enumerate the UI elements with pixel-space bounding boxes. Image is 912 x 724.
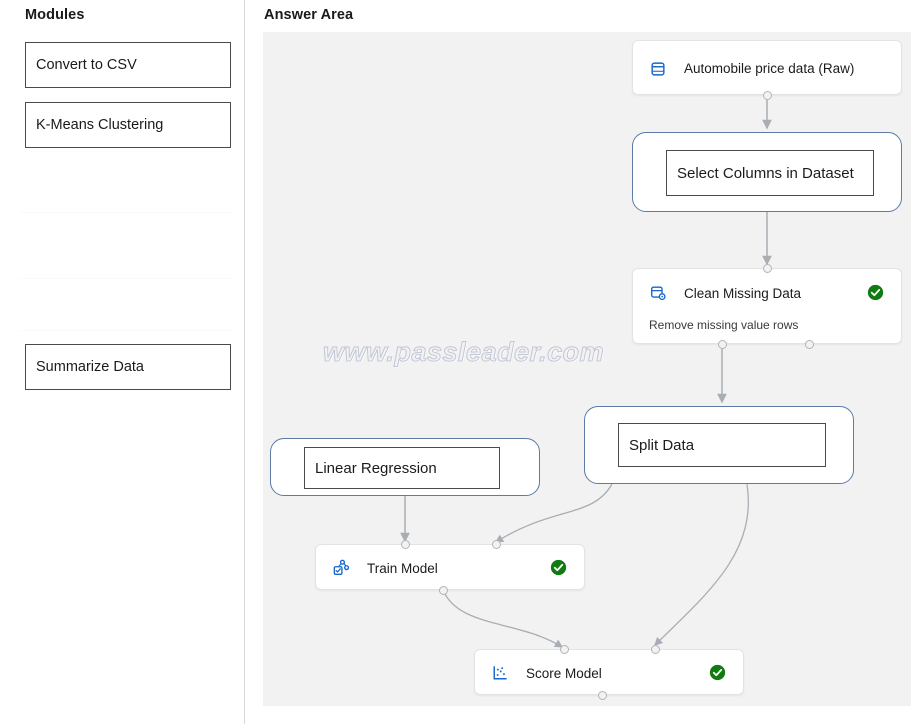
port-clean-missing-data-output-right[interactable]	[805, 340, 814, 349]
port-score-model-output[interactable]	[598, 691, 607, 700]
port-score-model-input-left[interactable]	[560, 645, 569, 654]
modules-panel-title: Modules	[25, 7, 85, 23]
success-check-icon	[550, 559, 567, 576]
node-subtitle: Remove missing value rows	[649, 318, 799, 332]
node-linear-regression[interactable]: Linear Regression	[270, 438, 540, 496]
score-model-icon	[493, 666, 507, 680]
answer-box-label: Linear Regression	[315, 459, 437, 477]
panel-divider	[20, 330, 235, 331]
train-model-icon	[333, 559, 350, 575]
answer-box-linear-regression[interactable]: Linear Regression	[304, 447, 500, 489]
node-clean-missing-data[interactable]: Clean Missing Data Remove missing value …	[632, 268, 902, 344]
port-train-model-input-right[interactable]	[492, 540, 501, 549]
node-title: Score Model	[526, 665, 602, 681]
node-title: Automobile price data (Raw)	[684, 61, 855, 76]
port-clean-missing-data-output-left[interactable]	[718, 340, 727, 349]
node-title: Train Model	[367, 560, 438, 576]
module-chip-k-means-clustering[interactable]: K-Means Clustering	[25, 102, 231, 148]
node-train-model[interactable]: Train Model	[315, 544, 585, 590]
module-chip-summarize-data[interactable]: Summarize Data	[25, 344, 231, 390]
answer-area-canvas[interactable]: www.passleader.com Automobile price data…	[263, 32, 911, 706]
answer-box-label: Split Data	[629, 436, 695, 454]
port-train-model-input-left[interactable]	[401, 540, 410, 549]
node-split-data[interactable]: Split Data	[584, 406, 854, 484]
port-train-model-output[interactable]	[439, 586, 448, 595]
node-title: Clean Missing Data	[684, 285, 802, 301]
module-chip-convert-to-csv[interactable]: Convert to CSV	[25, 42, 231, 88]
port-clean-missing-data-input[interactable]	[763, 264, 772, 273]
panel-divider	[20, 278, 235, 279]
panel-divider	[20, 212, 235, 213]
edge-split-data-to-score-model	[654, 483, 749, 646]
database-icon	[651, 61, 665, 76]
success-check-icon	[867, 284, 884, 301]
port-score-model-input-right[interactable]	[651, 645, 660, 654]
edge-train-model-to-score-model	[442, 589, 564, 648]
node-select-columns-in-dataset[interactable]: Select Columns in Dataset	[632, 132, 902, 212]
clean-data-icon	[651, 286, 666, 301]
answer-area-title: Answer Area	[264, 7, 354, 23]
watermark: www.passleader.com	[322, 337, 605, 368]
module-chip-label: K-Means Clustering	[36, 117, 164, 133]
port-dataset-output[interactable]	[763, 91, 772, 100]
node-automobile-price-data-raw[interactable]: Automobile price data (Raw)	[632, 40, 902, 95]
success-check-icon	[709, 664, 726, 681]
answer-box-split-data[interactable]: Split Data	[618, 423, 826, 467]
module-chip-label: Summarize Data	[36, 359, 144, 375]
modules-panel: Modules Convert to CSV K-Means Clusterin…	[0, 0, 245, 724]
node-score-model[interactable]: Score Model	[474, 649, 744, 695]
module-chip-label: Convert to CSV	[36, 57, 137, 73]
answer-box-label: Select Columns in Dataset	[677, 164, 854, 182]
answer-box-select-columns-in-dataset[interactable]: Select Columns in Dataset	[666, 150, 874, 196]
